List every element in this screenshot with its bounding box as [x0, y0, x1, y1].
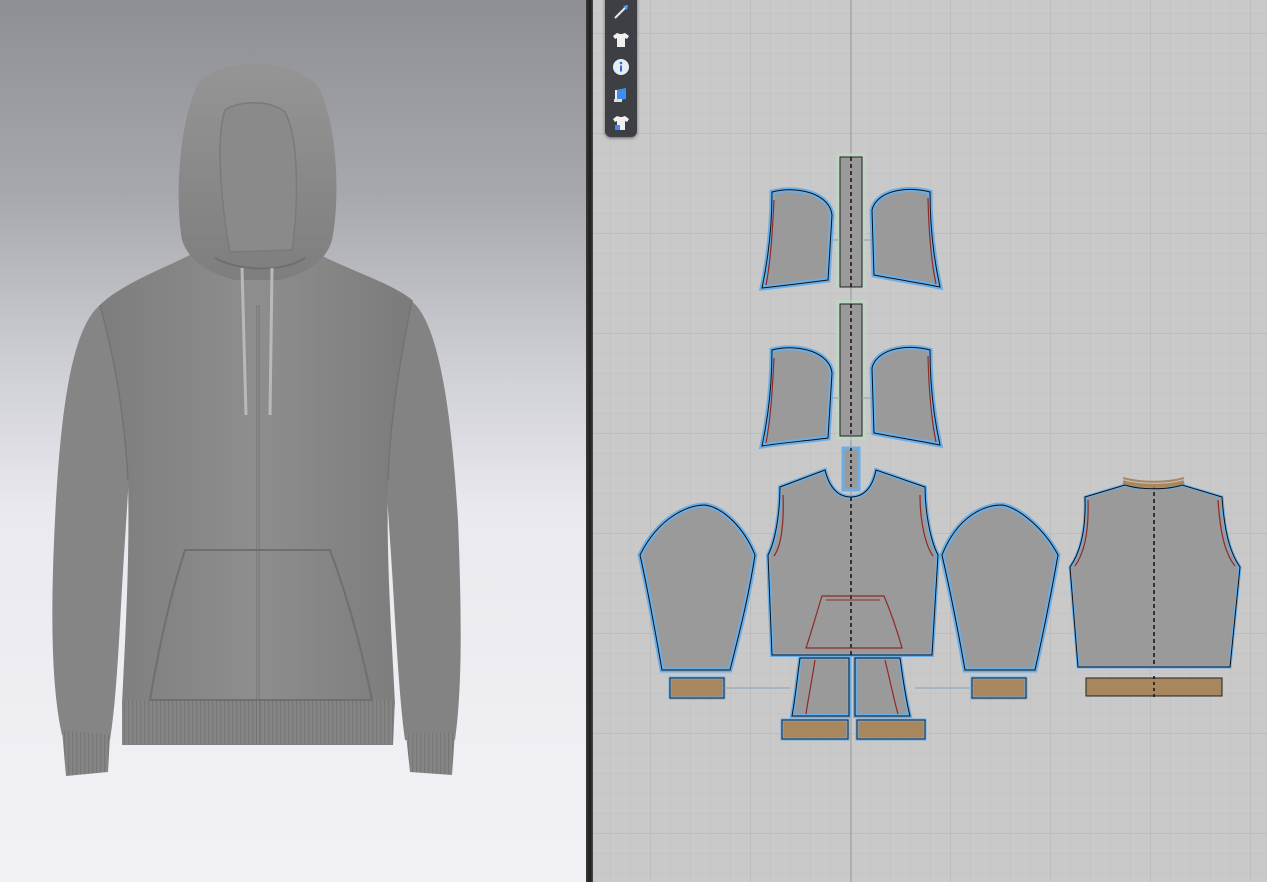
panel-divider[interactable]	[586, 0, 593, 882]
left-cuff-pattern	[668, 676, 726, 700]
back-waistband	[1085, 677, 1223, 697]
info-icon[interactable]	[608, 56, 634, 80]
right-cuff-pattern	[970, 676, 1028, 700]
fabric-roll-icon[interactable]	[608, 83, 634, 107]
front-waistband-left	[780, 718, 850, 741]
3d-viewport[interactable]	[0, 0, 586, 882]
side-toolbar	[605, 0, 637, 137]
hood-left-outer	[758, 187, 835, 291]
back-panel	[1068, 483, 1242, 669]
left-cuff	[62, 730, 110, 776]
arrow-pen-icon[interactable]	[608, 0, 634, 24]
pocket-left	[789, 656, 851, 718]
tshirt-lock-icon[interactable]	[608, 111, 634, 135]
hood-center-strip-top	[836, 153, 866, 288]
pattern-pieces[interactable]	[593, 0, 1267, 882]
hood-opening	[219, 102, 298, 253]
hood-center-strip-bottom	[836, 300, 866, 440]
front-panel	[765, 467, 941, 657]
front-waistband-right	[855, 718, 927, 741]
hoodie-body	[100, 255, 412, 705]
hood-left-inner	[758, 345, 835, 450]
pocket-right	[853, 656, 913, 718]
2d-pattern-viewport[interactable]	[593, 0, 1267, 882]
hoodie-3d-model[interactable]	[0, 0, 586, 882]
right-cuff	[406, 732, 455, 775]
tshirt-icon[interactable]	[608, 28, 634, 52]
